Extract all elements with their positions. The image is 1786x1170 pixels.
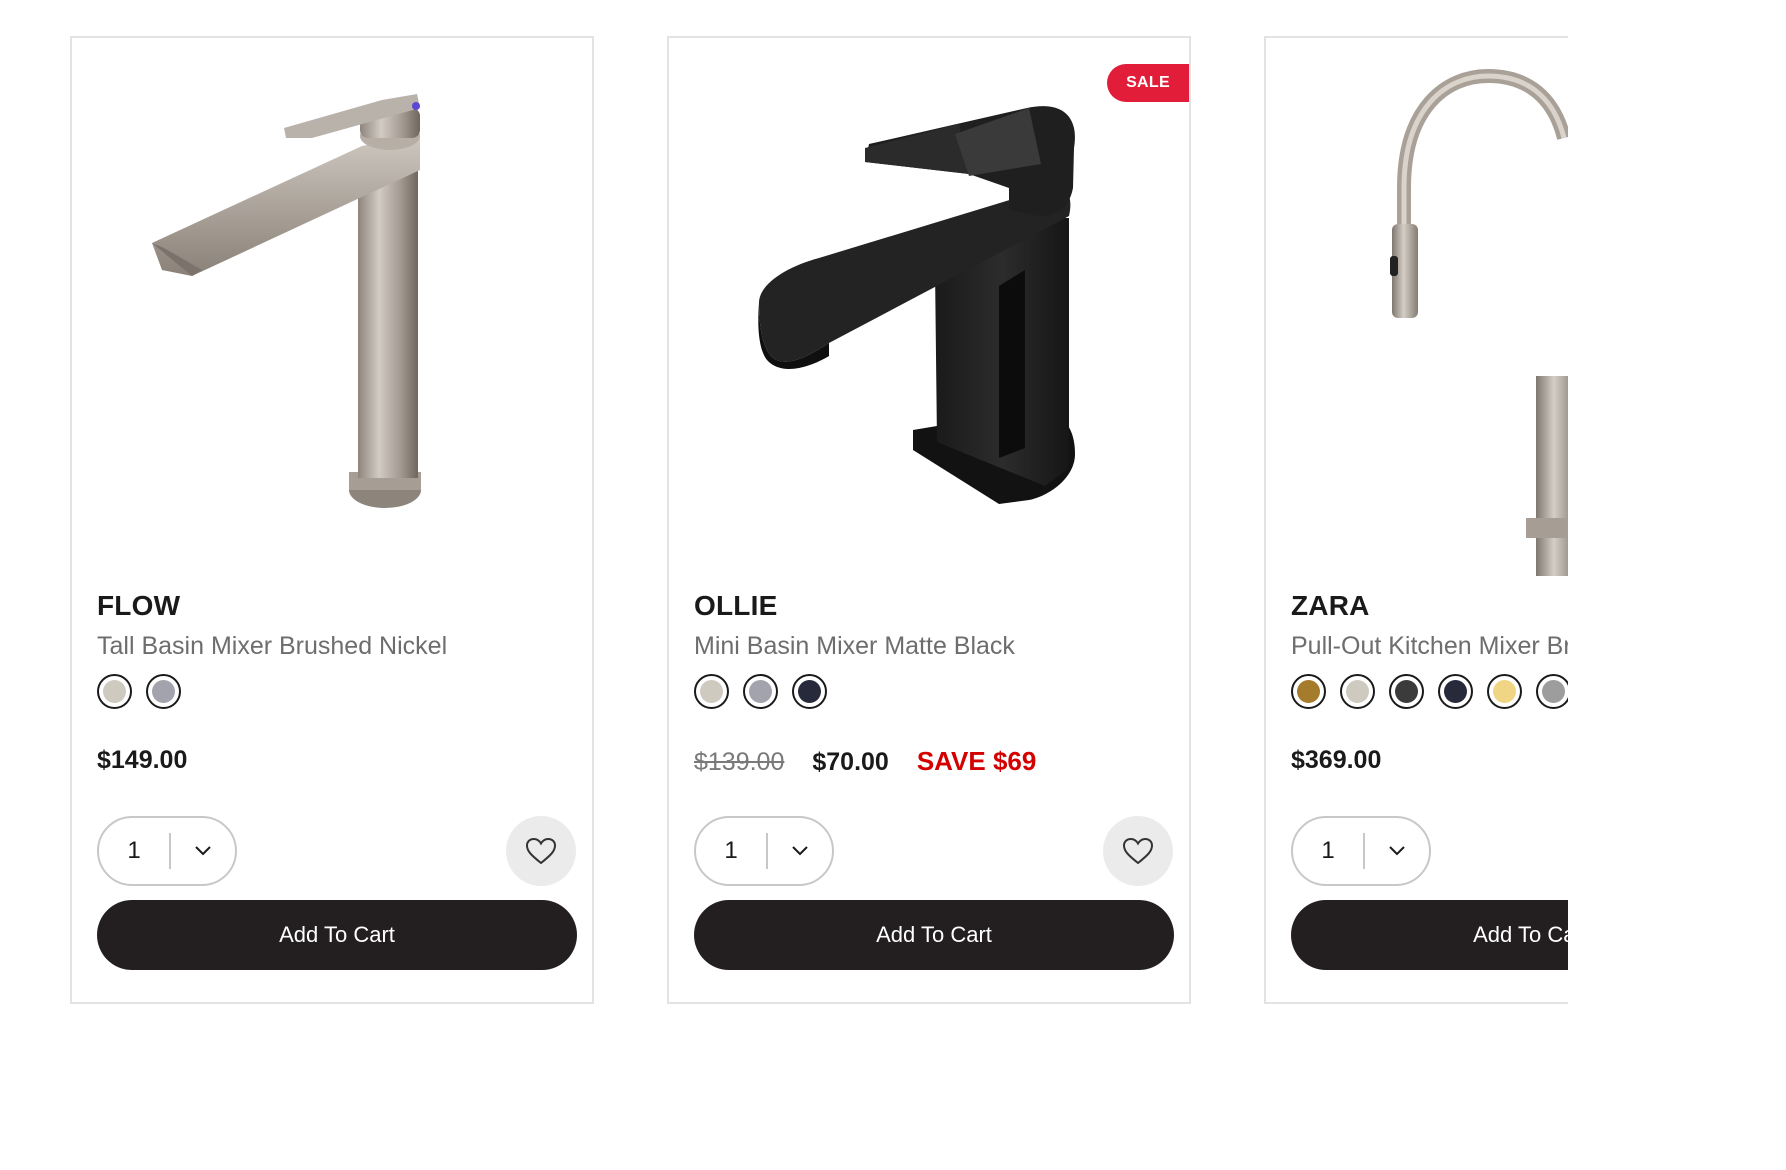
add-to-cart-button[interactable]: Add To Cart bbox=[97, 900, 577, 970]
chevron-down-icon[interactable] bbox=[171, 845, 235, 857]
product-brand[interactable]: OLLIE bbox=[694, 590, 777, 622]
color-swatches bbox=[694, 674, 827, 709]
product-card-zara[interactable]: ZARA Pull-Out Kitchen Mixer Brushed Nick… bbox=[1264, 36, 1568, 1004]
color-swatch[interactable] bbox=[792, 674, 827, 709]
heart-icon bbox=[1122, 837, 1154, 865]
wishlist-button[interactable] bbox=[1103, 816, 1173, 886]
mini-basin-mixer-image bbox=[758, 106, 1075, 504]
product-grid: FLOW Tall Basin Mixer Brushed Nickel $14… bbox=[0, 0, 1568, 1170]
price: $149.00 bbox=[97, 746, 188, 774]
sale-price: $70.00 bbox=[812, 748, 889, 776]
pull-out-kitchen-mixer-image bbox=[1390, 68, 1568, 576]
price-row: $139.00 $70.00 SAVE $69 bbox=[694, 746, 1036, 777]
product-brand[interactable]: FLOW bbox=[97, 590, 180, 622]
quantity-select[interactable]: 1 bbox=[1291, 816, 1431, 886]
color-swatch[interactable] bbox=[1291, 674, 1326, 709]
quantity-value: 1 bbox=[127, 837, 141, 864]
product-card-ollie[interactable]: SALE OLLIE Mini Basin Mixer Matte Black … bbox=[667, 36, 1191, 1004]
color-swatch[interactable] bbox=[1340, 674, 1375, 709]
product-image[interactable] bbox=[1266, 38, 1568, 578]
swatch-color bbox=[700, 680, 723, 703]
product-name[interactable]: Mini Basin Mixer Matte Black bbox=[694, 632, 1015, 661]
swatch-color bbox=[1444, 680, 1467, 703]
price-row: $149.00 bbox=[97, 746, 187, 775]
quantity-value: 1 bbox=[1321, 837, 1335, 864]
color-swatches bbox=[97, 674, 181, 709]
sale-badge: SALE bbox=[1107, 64, 1189, 102]
chevron-down-icon[interactable] bbox=[1365, 845, 1429, 857]
color-swatch[interactable] bbox=[694, 674, 729, 709]
color-swatch[interactable] bbox=[1389, 674, 1424, 709]
add-to-cart-button[interactable]: Add To Cart bbox=[1291, 900, 1568, 970]
quantity-select[interactable]: 1 bbox=[694, 816, 834, 886]
chevron-down-icon[interactable] bbox=[768, 845, 832, 857]
swatch-color bbox=[798, 680, 821, 703]
quantity-value: 1 bbox=[724, 837, 738, 864]
add-to-cart-button[interactable]: Add To Cart bbox=[694, 900, 1174, 970]
product-image[interactable] bbox=[72, 38, 592, 578]
product-image[interactable] bbox=[669, 38, 1189, 578]
product-brand[interactable]: ZARA bbox=[1291, 590, 1370, 622]
tall-basin-mixer-image bbox=[152, 94, 421, 508]
price: $369.00 bbox=[1291, 746, 1382, 774]
color-swatch[interactable] bbox=[1487, 674, 1522, 709]
color-swatch[interactable] bbox=[146, 674, 181, 709]
save-amount: SAVE $69 bbox=[916, 746, 1037, 776]
wishlist-button[interactable] bbox=[506, 816, 576, 886]
swatch-color bbox=[1542, 680, 1565, 703]
color-swatch[interactable] bbox=[743, 674, 778, 709]
heart-icon bbox=[525, 837, 557, 865]
product-name[interactable]: Pull-Out Kitchen Mixer Brushed Nickel bbox=[1291, 632, 1568, 661]
swatch-color bbox=[1346, 680, 1369, 703]
color-swatch[interactable] bbox=[1536, 674, 1568, 709]
swatch-color bbox=[152, 680, 175, 703]
product-name[interactable]: Tall Basin Mixer Brushed Nickel bbox=[97, 632, 447, 661]
swatch-color bbox=[103, 680, 126, 703]
quantity-select[interactable]: 1 bbox=[97, 816, 237, 886]
color-swatches bbox=[1291, 674, 1568, 709]
original-price: $139.00 bbox=[694, 748, 785, 776]
product-card-flow[interactable]: FLOW Tall Basin Mixer Brushed Nickel $14… bbox=[70, 36, 594, 1004]
swatch-color bbox=[1395, 680, 1418, 703]
swatch-color bbox=[1297, 680, 1320, 703]
color-swatch[interactable] bbox=[1438, 674, 1473, 709]
price-row: $369.00 bbox=[1291, 746, 1381, 775]
swatch-color bbox=[1493, 680, 1516, 703]
swatch-color bbox=[749, 680, 772, 703]
color-swatch[interactable] bbox=[97, 674, 132, 709]
